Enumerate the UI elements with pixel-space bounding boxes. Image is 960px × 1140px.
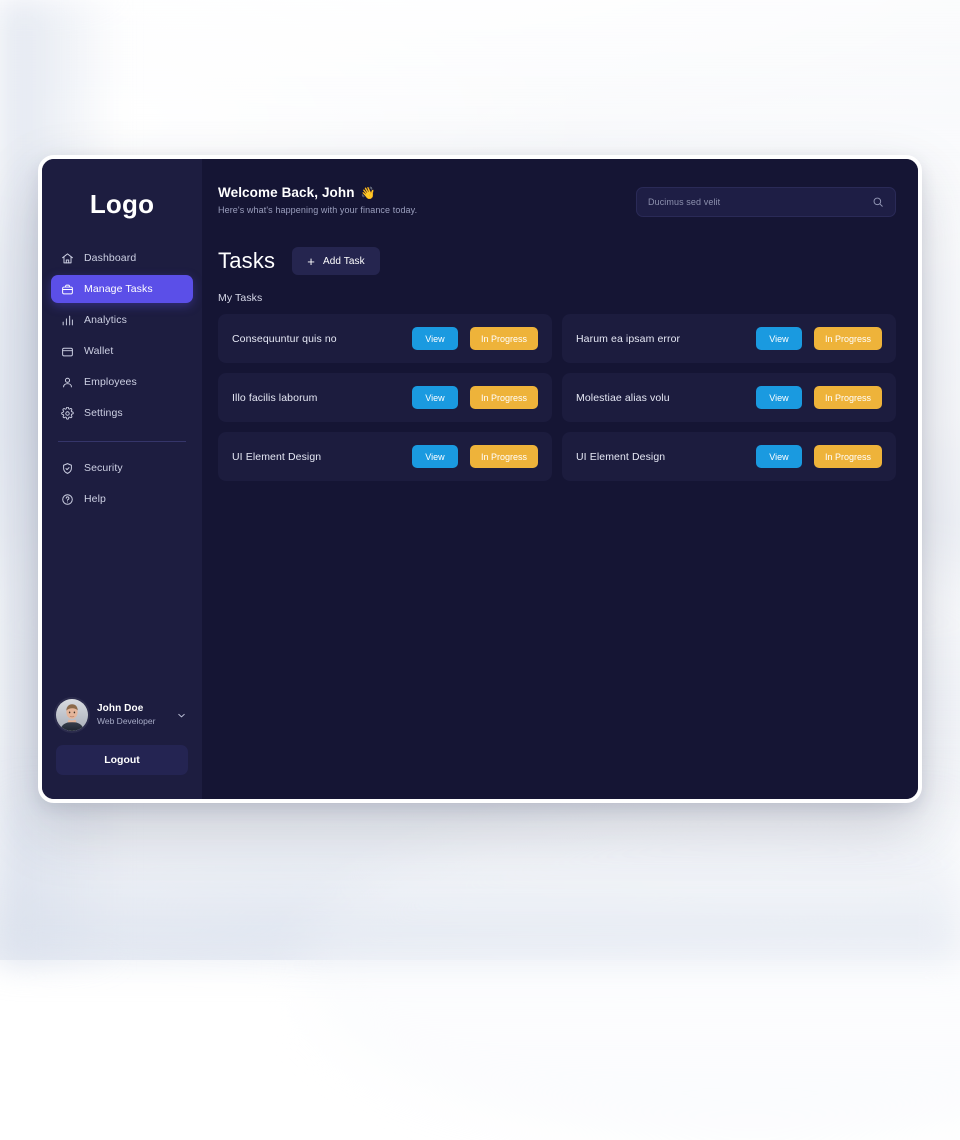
add-task-button[interactable]: + Add Task bbox=[292, 247, 379, 275]
chevron-down-icon[interactable] bbox=[176, 710, 188, 721]
primary-navigation: Dashboard Manage Tasks Analytics bbox=[42, 244, 202, 427]
view-button[interactable]: View bbox=[756, 386, 802, 409]
status-badge[interactable]: In Progress bbox=[470, 386, 538, 409]
sidebar-item-manage-tasks[interactable]: Manage Tasks bbox=[51, 275, 193, 303]
sidebar-item-label: Dashboard bbox=[84, 252, 136, 264]
section-title: Tasks bbox=[218, 248, 275, 274]
view-button[interactable]: View bbox=[756, 327, 802, 350]
wallet-icon bbox=[60, 344, 74, 358]
main-content: Welcome Back, John 👋 Here's what's happe… bbox=[202, 159, 918, 799]
avatar bbox=[56, 699, 88, 731]
welcome-title-text: Welcome Back, John bbox=[218, 185, 355, 200]
sidebar-item-label: Analytics bbox=[84, 314, 127, 326]
sidebar-item-label: Wallet bbox=[84, 345, 113, 357]
task-card[interactable]: Consequuntur quis no View In Progress bbox=[218, 314, 552, 363]
sidebar-divider bbox=[58, 441, 186, 442]
search-icon[interactable] bbox=[872, 196, 884, 208]
profile-info: John Doe Web Developer bbox=[97, 703, 167, 726]
task-name: UI Element Design bbox=[232, 451, 402, 463]
welcome-subtitle: Here's what's happening with your financ… bbox=[218, 205, 417, 215]
task-name: Illo facilis laborum bbox=[232, 392, 402, 404]
view-button[interactable]: View bbox=[756, 445, 802, 468]
sidebar-item-label: Settings bbox=[84, 407, 123, 419]
search-input[interactable] bbox=[648, 197, 864, 207]
user-icon bbox=[60, 375, 74, 389]
gear-icon bbox=[60, 406, 74, 420]
sidebar-item-label: Manage Tasks bbox=[84, 283, 153, 295]
page-title: Welcome Back, John 👋 bbox=[218, 185, 417, 200]
task-card[interactable]: Molestiae alias volu View In Progress bbox=[562, 373, 896, 422]
view-button[interactable]: View bbox=[412, 386, 458, 409]
status-badge[interactable]: In Progress bbox=[470, 445, 538, 468]
profile-name: John Doe bbox=[97, 703, 167, 716]
task-card[interactable]: Illo facilis laborum View In Progress bbox=[218, 373, 552, 422]
sidebar-spacer bbox=[42, 513, 202, 699]
status-badge[interactable]: In Progress bbox=[814, 445, 882, 468]
profile-menu[interactable]: John Doe Web Developer bbox=[42, 699, 202, 731]
sidebar-item-label: Help bbox=[84, 493, 106, 505]
add-task-label: Add Task bbox=[323, 256, 365, 267]
status-badge[interactable]: In Progress bbox=[814, 386, 882, 409]
sidebar: Logo Dashboard Manage Tasks bbox=[42, 159, 202, 799]
view-button[interactable]: View bbox=[412, 327, 458, 350]
top-bar: Welcome Back, John 👋 Here's what's happe… bbox=[218, 185, 896, 217]
secondary-navigation: Security Help bbox=[42, 454, 202, 513]
sidebar-item-security[interactable]: Security bbox=[51, 454, 193, 482]
status-badge[interactable]: In Progress bbox=[814, 327, 882, 350]
sidebar-item-dashboard[interactable]: Dashboard bbox=[51, 244, 193, 272]
shield-check-icon bbox=[60, 461, 74, 475]
view-button[interactable]: View bbox=[412, 445, 458, 468]
bar-chart-icon bbox=[60, 313, 74, 327]
question-circle-icon bbox=[60, 492, 74, 506]
sidebar-item-label: Security bbox=[84, 462, 123, 474]
task-name: Harum ea ipsam error bbox=[576, 333, 746, 345]
sidebar-item-settings[interactable]: Settings bbox=[51, 399, 193, 427]
app-window: Logo Dashboard Manage Tasks bbox=[38, 155, 922, 803]
task-card[interactable]: UI Element Design View In Progress bbox=[562, 432, 896, 481]
waving-hand-icon: 👋 bbox=[361, 186, 376, 200]
task-name: Consequuntur quis no bbox=[232, 333, 402, 345]
task-name: UI Element Design bbox=[576, 451, 746, 463]
welcome-block: Welcome Back, John 👋 Here's what's happe… bbox=[218, 185, 417, 215]
task-card[interactable]: UI Element Design View In Progress bbox=[218, 432, 552, 481]
sidebar-item-employees[interactable]: Employees bbox=[51, 368, 193, 396]
sidebar-item-label: Employees bbox=[84, 376, 137, 388]
task-name: Molestiae alias volu bbox=[576, 392, 746, 404]
my-tasks-label: My Tasks bbox=[218, 292, 896, 304]
task-list: Consequuntur quis no View In Progress Ha… bbox=[218, 314, 896, 481]
home-icon bbox=[60, 251, 74, 265]
app-logo[interactable]: Logo bbox=[42, 159, 202, 244]
logout-button[interactable]: Logout bbox=[56, 745, 188, 775]
search-bar[interactable] bbox=[636, 187, 896, 217]
status-badge[interactable]: In Progress bbox=[470, 327, 538, 350]
task-card[interactable]: Harum ea ipsam error View In Progress bbox=[562, 314, 896, 363]
briefcase-icon bbox=[60, 282, 74, 296]
profile-role: Web Developer bbox=[97, 716, 167, 727]
sidebar-item-analytics[interactable]: Analytics bbox=[51, 306, 193, 334]
sidebar-item-wallet[interactable]: Wallet bbox=[51, 337, 193, 365]
plus-icon: + bbox=[307, 255, 315, 268]
background-shade-bottom bbox=[0, 780, 960, 960]
tasks-header-row: Tasks + Add Task bbox=[218, 247, 896, 275]
sidebar-item-help[interactable]: Help bbox=[51, 485, 193, 513]
